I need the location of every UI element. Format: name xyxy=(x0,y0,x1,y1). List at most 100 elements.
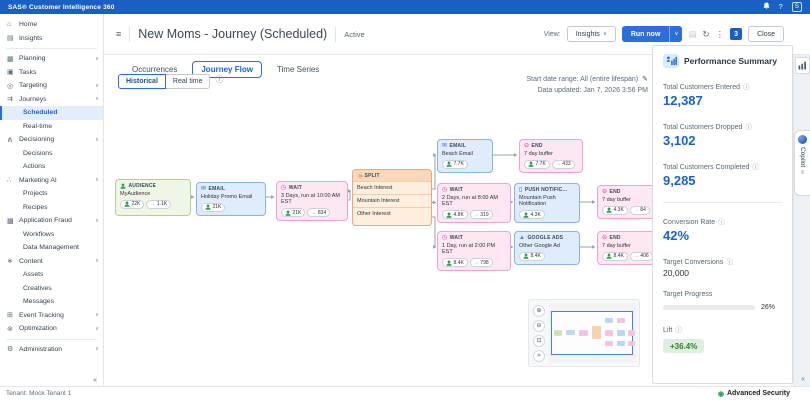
flow-node-end-other[interactable]: ⊖ END 7 day buffer 8.4K → 406 xyxy=(597,231,657,265)
push-icon: ▯ xyxy=(519,187,523,193)
sidebar-divider xyxy=(6,338,97,340)
tasks-icon: ▣ xyxy=(7,69,14,77)
collapse-panel-icon[interactable]: « xyxy=(801,376,805,383)
users-icon xyxy=(523,253,529,259)
copilot-tab[interactable]: Copilot ≡ xyxy=(794,130,810,196)
flow-node-audience[interactable]: AUDIENCE MyAudience 22K → 1.1K xyxy=(115,179,191,216)
node-badge-users: 8.4K xyxy=(519,251,545,261)
badge-value: 8.4K xyxy=(530,253,541,260)
minimap-node xyxy=(579,330,588,336)
minimap-node xyxy=(605,330,613,336)
journey-list-icon[interactable]: ≡ xyxy=(116,29,121,39)
badge-value: 8.4K xyxy=(453,259,464,266)
sidebar-item-decisions[interactable]: Decisions xyxy=(0,147,103,161)
sidebar-item-administration[interactable]: ⚙ Administration ∨ xyxy=(0,343,103,357)
flow-node-wait-1day[interactable]: ◷ WAIT 1 Day, run at 2:00 PM EST 8.4K → 798 xyxy=(437,231,511,272)
refresh-icon[interactable]: ↻ xyxy=(702,29,709,40)
sidebar-item-workflows[interactable]: Workflows xyxy=(0,228,103,242)
users-icon xyxy=(205,204,211,210)
notification-badge[interactable]: 3 xyxy=(730,28,743,40)
run-now-label: Run now xyxy=(621,26,670,42)
sidebar: ⌂ Home ▤ Insights ▦ Planning ∨ ▣ Tasks ◎ Targeting… xyxy=(0,14,104,386)
sidebar-item-label: Insights xyxy=(19,34,43,42)
sidebar-item-actions[interactable]: Actions xyxy=(0,160,103,174)
view-select[interactable]: Insights ∨ xyxy=(566,26,616,42)
sidebar-item-creatives[interactable]: Creatives xyxy=(0,282,103,296)
info-icon[interactable]: ⓘ xyxy=(215,74,223,85)
node-badge-users: 4.3K xyxy=(519,210,545,220)
run-now-button[interactable]: Run now ∨ xyxy=(621,26,683,42)
sidebar-item-event-tracking[interactable]: ⊞ Event Tracking ∨ xyxy=(0,309,103,323)
sidebar-item-real-time[interactable]: Real-time xyxy=(0,120,103,134)
sidebar-item-content[interactable]: ∗ Content ∧ xyxy=(0,255,103,269)
email-icon: ✉ xyxy=(442,143,448,149)
split-branch-beach-interest[interactable]: Beach Interest xyxy=(353,181,431,194)
sidebar-item-label: Decisioning xyxy=(19,136,55,144)
expand-minimap-icon[interactable]: » xyxy=(533,349,545,362)
node-type-label: AUDIENCE xyxy=(128,183,157,189)
flow-node-googleads[interactable]: ▲ GOOGLE ADS Other Google Ad 8.4K xyxy=(514,231,580,265)
flow-node-push-mountain[interactable]: ▯ PUSH NOTIFIC... Mountain Push Notificati… xyxy=(514,183,580,224)
sidebar-item-label: Scheduled xyxy=(23,109,58,117)
real-time-toggle[interactable]: Real time xyxy=(165,74,211,89)
sidebar-item-tasks[interactable]: ▣ Tasks xyxy=(0,66,103,80)
flow-node-split[interactable]: ⋔ SPLIT Beach Interest Mountain Interest Oth… xyxy=(352,169,432,226)
sidebar-item-scheduled[interactable]: Scheduled xyxy=(0,106,103,120)
sidebar-item-decisioning[interactable]: ⋔ Decisioning ∧ xyxy=(0,133,103,147)
sidebar-item-label: Assets xyxy=(23,271,44,279)
zoom-fit-icon[interactable]: ⊡ xyxy=(533,334,545,347)
sidebar-item-label: Messages xyxy=(23,298,54,306)
performance-panel-tab[interactable] xyxy=(795,57,810,74)
help-icon[interactable]: ? xyxy=(779,4,783,11)
flow-arrow-icon: → xyxy=(633,207,639,214)
users-icon xyxy=(528,161,534,167)
flow-node-wait-3day[interactable]: ◷ WAIT 3 Days, run at 10:00 AM EST 21K → 834 xyxy=(276,181,348,222)
planning-icon: ▦ xyxy=(7,55,14,63)
bell-icon[interactable] xyxy=(763,2,770,12)
panel-divider xyxy=(663,202,782,203)
sidebar-item-targeting[interactable]: ◎ Targeting ∨ xyxy=(0,79,103,93)
collapse-sidebar-icon[interactable]: « xyxy=(93,377,97,384)
badge-value: 1.1K xyxy=(156,201,168,208)
minimap-node xyxy=(566,330,575,335)
lift-value: +36.4% xyxy=(663,339,705,353)
sidebar-item-assets[interactable]: Assets xyxy=(0,268,103,282)
split-branch-other-interest[interactable]: Other Interest xyxy=(353,207,431,220)
sidebar-item-optimization[interactable]: ⊚ Optimization ∨ xyxy=(0,322,103,336)
sidebar-item-home[interactable]: ⌂ Home xyxy=(0,18,103,32)
sidebar-item-recipes[interactable]: Recipes xyxy=(0,201,103,215)
flow-node-email-holiday[interactable]: ✉ EMAIL Holiday Promo Email 21K xyxy=(196,182,266,216)
sidebar-item-label: Marketing AI xyxy=(19,176,57,184)
sidebar-item-label: Real-time xyxy=(23,122,53,130)
journey-flow-canvas[interactable]: AUDIENCE MyAudience 22K → 1.1K ✉ EMAIL Holiday … xyxy=(108,115,657,386)
app-title: SAS® Customer Intelligence 360 xyxy=(8,3,115,11)
node-badge-flow: → 433 xyxy=(551,159,575,169)
zoom-out-icon[interactable]: ⊖ xyxy=(533,319,545,332)
run-options-chevron[interactable]: ∨ xyxy=(669,26,683,42)
sidebar-item-application-fraud[interactable]: ▩ Application Fraud ∧ xyxy=(0,214,103,228)
badge-value: 21K xyxy=(292,209,302,216)
flow-node-email-beach[interactable]: ✉ EMAIL Beach Email 7.7K xyxy=(437,139,493,173)
split-branch-mountain-interest[interactable]: Mountain Interest xyxy=(353,194,431,207)
historical-toggle[interactable]: Historical xyxy=(118,74,166,89)
avatar[interactable]: S xyxy=(791,2,802,12)
close-button[interactable]: Close xyxy=(748,26,784,42)
node-title: MyAudience xyxy=(120,190,151,197)
minimap-map[interactable] xyxy=(549,303,636,363)
badge-value: 319 xyxy=(480,211,489,218)
sidebar-item-messages[interactable]: Messages xyxy=(0,295,103,309)
zoom-in-icon[interactable]: ⊕ xyxy=(533,304,545,317)
sidebar-item-marketing-ai[interactable]: ∴ Marketing AI ∧ xyxy=(0,174,103,188)
sidebar-item-planning[interactable]: ▦ Planning ∨ xyxy=(0,52,103,66)
kebab-menu-icon[interactable]: ⋮ xyxy=(716,29,725,40)
sidebar-item-label: Actions xyxy=(23,163,46,171)
sidebar-item-insights[interactable]: ▤ Insights xyxy=(0,32,103,46)
flow-node-end-mountain[interactable]: ⊖ END 7 day buffer 4.3K → 84 xyxy=(597,185,657,219)
node-type-label: PUSH NOTIFIC... xyxy=(524,187,568,193)
sidebar-item-journeys[interactable]: ⇉ Journeys ∧ xyxy=(0,93,103,107)
sidebar-item-projects[interactable]: Projects xyxy=(0,187,103,201)
edit-icon[interactable]: ✎ xyxy=(642,76,648,83)
flow-node-wait-2day[interactable]: ◷ WAIT 2 Days, run at 8:00 AM EST 4.8K → 319 xyxy=(437,183,511,224)
flow-node-end-beach[interactable]: ⊖ END 7 day buffer 7.7K → 433 xyxy=(519,139,583,173)
sidebar-item-data-management[interactable]: Data Management xyxy=(0,241,103,255)
